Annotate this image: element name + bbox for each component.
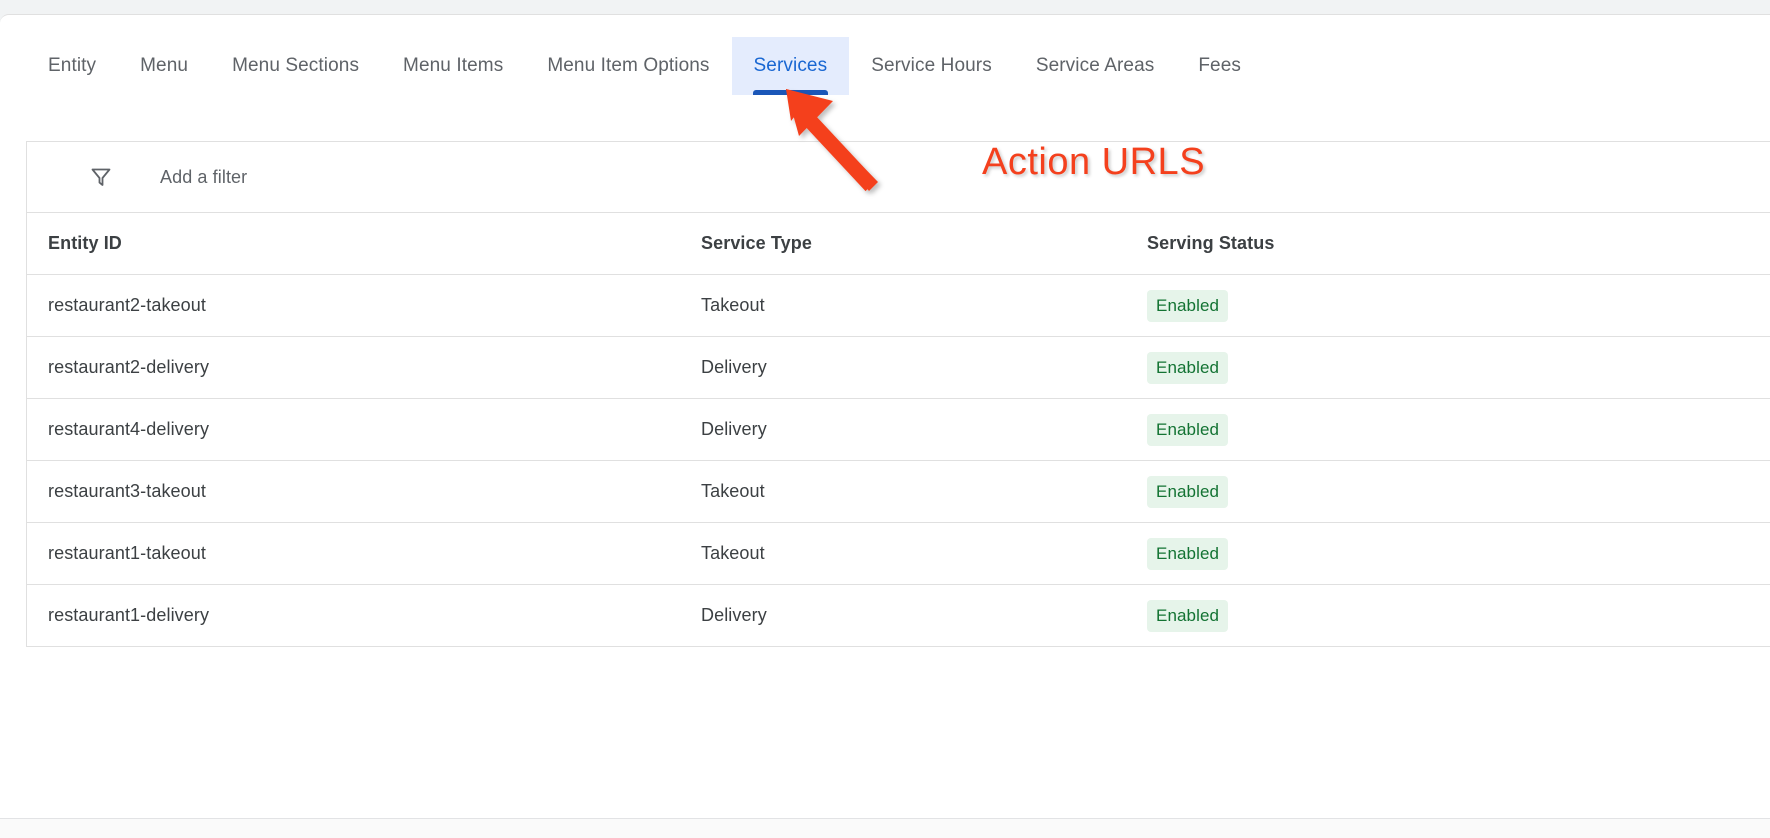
cell-entity-id: restaurant1-delivery [48, 605, 210, 625]
tab-menu-item-options[interactable]: Menu Item Options [525, 37, 731, 95]
cell-entity-id: restaurant3-takeout [27, 460, 701, 523]
column-header-entity-id[interactable]: Entity ID [27, 213, 701, 275]
cell-entity-id: restaurant4-delivery [27, 398, 701, 461]
cell-service-type: Delivery [701, 398, 1147, 461]
tab-label: Menu Item Options [547, 55, 710, 76]
page-card: Entity Menu Menu Sections Menu Items Men… [0, 14, 1770, 818]
cell-service-type: Takeout [701, 522, 1147, 585]
tab-menu[interactable]: Menu [118, 37, 210, 95]
tab-label: Fees [1198, 55, 1241, 76]
cell-entity-id: restaurant2-takeout [27, 274, 701, 337]
cell-service-type: Delivery [701, 605, 767, 625]
tab-label: Menu Sections [232, 55, 360, 76]
cell-serving-status: Enabled [1147, 522, 1770, 585]
tab-services[interactable]: Services [731, 37, 850, 95]
table-header-row: Entity ID Service Type Serving Status [27, 213, 1770, 275]
tab-menu-items[interactable]: Menu Items [381, 37, 525, 95]
tab-label: Menu Items [403, 55, 504, 76]
table-row[interactable]: restaurant3-takeout Takeout Enabled [27, 460, 1770, 523]
status-badge: Enabled [1147, 289, 1229, 322]
status-badge: Enabled [1147, 475, 1229, 508]
tab-label: Services [753, 55, 828, 76]
tab-service-hours[interactable]: Service Hours [849, 37, 1014, 95]
table-row[interactable]: restaurant1-takeout Takeout Enabled [27, 522, 1770, 585]
tab-label: Service Areas [1035, 55, 1155, 76]
tab-label: Service Hours [871, 55, 992, 76]
tab-entity[interactable]: Entity [26, 37, 118, 95]
cell-service-type: Takeout [701, 274, 1147, 337]
status-badge: Enabled [1147, 413, 1229, 446]
cell-entity-id: restaurant1-takeout [27, 522, 701, 585]
filter-funnel-icon [91, 168, 111, 186]
filter-input-placeholder[interactable]: Add a filter [160, 167, 247, 188]
cell-serving-status: Enabled [1147, 274, 1770, 337]
cell-entity-id: restaurant2-delivery [27, 336, 701, 399]
status-badge: Enabled [1147, 537, 1229, 570]
table-row[interactable]: restaurant2-takeout Takeout Enabled [27, 274, 1770, 337]
cell-serving-status: Enabled [1147, 460, 1770, 523]
tab-menu-sections[interactable]: Menu Sections [210, 37, 381, 95]
cell-service-type: Delivery [701, 336, 1147, 399]
cell-serving-status: Enabled [1147, 398, 1770, 461]
table-row[interactable]: restaurant4-delivery Delivery Enabled [27, 398, 1770, 461]
tab-service-areas[interactable]: Service Areas [1014, 37, 1177, 95]
table-head: Entity ID Service Type Serving Status [27, 213, 1770, 275]
table-body: restaurant2-takeout Takeout Enabled rest… [27, 274, 1770, 647]
tab-bar: Entity Menu Menu Sections Menu Items Men… [0, 37, 1770, 95]
cell-service-type: Takeout [701, 460, 1147, 523]
services-panel: Add a filter Entity ID Service Type Serv… [26, 141, 1770, 647]
tab-label: Entity [48, 55, 97, 76]
tab-fees[interactable]: Fees [1176, 37, 1263, 95]
status-badge: Enabled [1147, 599, 1229, 632]
tab-label: Menu [140, 55, 189, 76]
column-header-serving-status[interactable]: Serving Status [1147, 213, 1770, 275]
filter-bar[interactable]: Add a filter [27, 142, 1770, 213]
table-row[interactable]: restaurant1-delivery Delivery Enabled [27, 585, 1770, 647]
status-badge: Enabled [1147, 351, 1229, 384]
page-bottom-strip [0, 818, 1770, 838]
cell-serving-status: Enabled [1147, 336, 1770, 399]
cell-serving-status: Enabled [1147, 585, 1770, 647]
table-row[interactable]: restaurant2-delivery Delivery Enabled [27, 336, 1770, 399]
column-header-service-type[interactable]: Service Type [701, 213, 1147, 275]
services-table: Entity ID Service Type Serving Status re… [27, 213, 1770, 646]
